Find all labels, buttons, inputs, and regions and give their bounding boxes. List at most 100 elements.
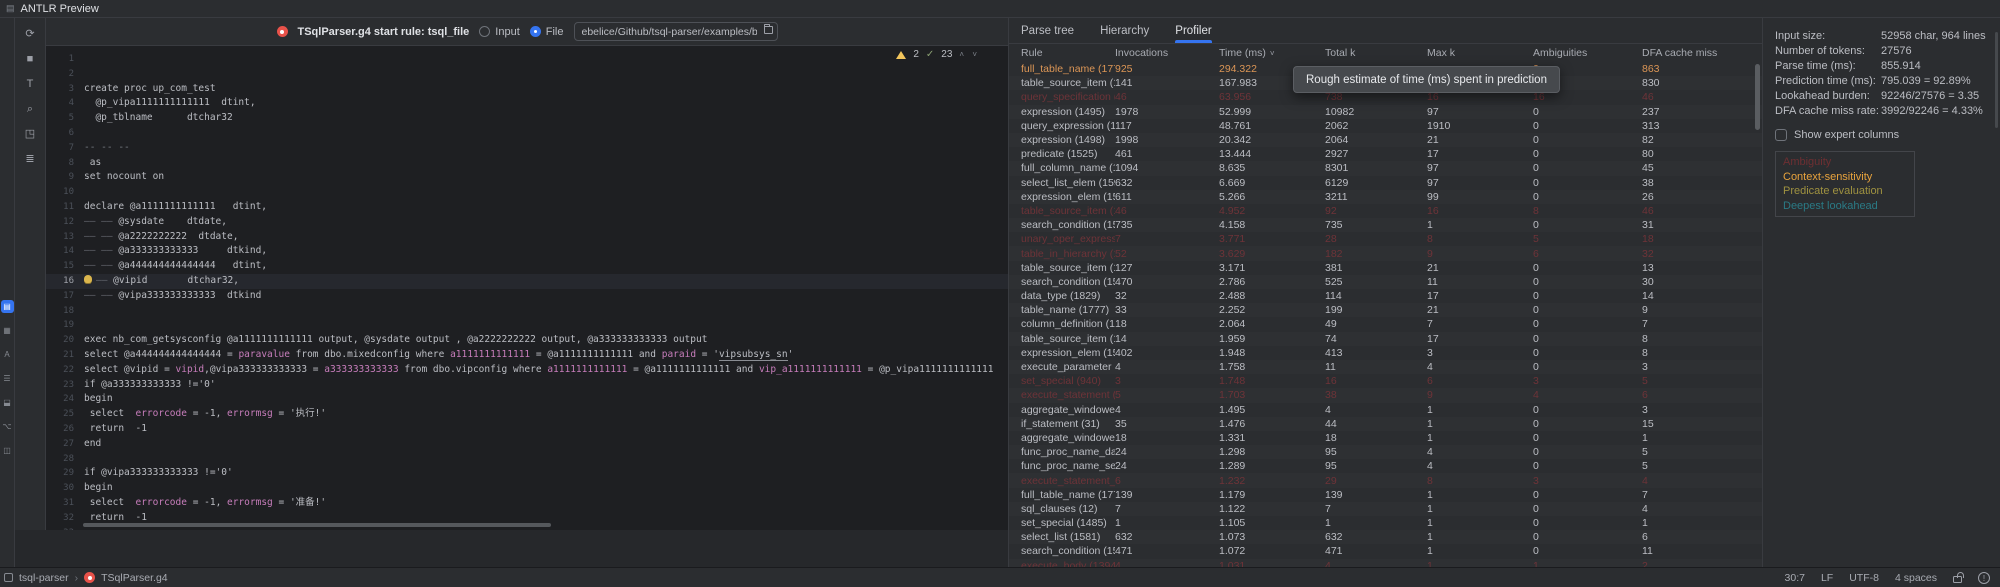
code-line[interactable]: 1 xyxy=(46,52,1008,67)
profiler-row[interactable]: table_source_item (15...141.959741708 xyxy=(1009,332,1762,346)
code-line[interactable]: 11declare @a1111111111111 dtint, xyxy=(46,200,1008,215)
profiler-row[interactable]: aggregate_windowed...41.4954103 xyxy=(1009,403,1762,417)
search-icon[interactable]: ⌕ xyxy=(22,101,38,117)
tab-profiler[interactable]: Profiler xyxy=(1175,18,1211,43)
profiler-row[interactable]: select_list_elem (1592)6326.669612997038 xyxy=(1009,176,1762,190)
table-scrollbar[interactable] xyxy=(1755,64,1760,130)
folder-icon[interactable] xyxy=(764,26,773,34)
code-line[interactable]: 16—— @vipid dtchar32, xyxy=(46,274,1008,289)
input-radio[interactable] xyxy=(479,26,490,37)
code-line[interactable]: 17—— —— @vipa333333333333 dtkind xyxy=(46,289,1008,304)
settings-icon[interactable]: ◳ xyxy=(22,126,38,142)
code-line[interactable]: 24begin xyxy=(46,392,1008,407)
code-line[interactable]: 12—— —— @sysdate dtdate, xyxy=(46,215,1008,230)
code-line[interactable]: 25 select errorcode = -1, errormsg = '执行… xyxy=(46,407,1008,422)
code-line[interactable]: 21select @a444444444444444 = paravalue f… xyxy=(46,348,1008,363)
code-line[interactable]: 28 xyxy=(46,452,1008,467)
antlr-preview-tool-button[interactable]: ▤ xyxy=(1,300,14,313)
profiler-row[interactable]: if_statement (31)351.476441015 xyxy=(1009,417,1762,431)
profiler-row[interactable]: unary_oper_express (...73.771288518 xyxy=(1009,232,1762,246)
tool-window-button-services[interactable]: ◫ xyxy=(1,444,14,457)
caret-position[interactable]: 30:7 xyxy=(1785,572,1805,584)
code-line[interactable]: 23if @a333333333333 !='0' xyxy=(46,378,1008,393)
tool-window-button-structure[interactable]: ▦ xyxy=(1,324,14,337)
code-line[interactable]: 14—— —— @a333333333333 dtkind, xyxy=(46,244,1008,259)
code-line[interactable]: 15—— —— @a444444444444444 dtint, xyxy=(46,259,1008,274)
code-line[interactable]: 9set nocount on xyxy=(46,170,1008,185)
refresh-icon[interactable]: ⟳ xyxy=(22,26,38,42)
profiler-row[interactable]: func_proc_name_serv...241.28995405 xyxy=(1009,459,1762,473)
profiler-row[interactable]: execute_statement (7...51.70338946 xyxy=(1009,388,1762,402)
column-header-total-k[interactable]: Total k xyxy=(1325,47,1427,59)
file-radio-group[interactable]: File xyxy=(530,26,564,38)
profiler-row[interactable]: predicate (1525)46113.444292717080 xyxy=(1009,147,1762,161)
profiler-row[interactable]: select_list (1581)6321.073632106 xyxy=(1009,530,1762,544)
code-line[interactable]: 30begin xyxy=(46,481,1008,496)
profiler-row[interactable]: expression (1495)197852.99910982970237 xyxy=(1009,105,1762,119)
tool-window-button-git[interactable]: ⌥ xyxy=(1,420,14,433)
code-editor[interactable]: 123create proc up_com_test4 @p_vipa11111… xyxy=(46,46,1008,530)
horizontal-scrollbar[interactable] xyxy=(83,523,551,527)
column-header-rule[interactable]: Rule xyxy=(1009,47,1115,59)
intention-bulb-icon[interactable] xyxy=(84,275,92,283)
code-line[interactable]: 4 @p_vipa1111111111111 dtint, xyxy=(46,96,1008,111)
profiler-row[interactable]: column_definition (1421)182.06449707 xyxy=(1009,317,1762,331)
profiler-row[interactable]: set_special (1485)11.1051101 xyxy=(1009,516,1762,530)
code-line[interactable]: 7-- -- -- xyxy=(46,141,1008,156)
file-radio[interactable] xyxy=(530,26,541,37)
crumb-tsql-parser[interactable]: tsql-parser xyxy=(19,572,69,584)
profiler-row[interactable]: full_table_name (1773)1391.179139107 xyxy=(1009,488,1762,502)
profiler-row[interactable]: expression (1498)199820.342206421082 xyxy=(1009,133,1762,147)
profiler-row[interactable]: data_type (1829)322.48811417014 xyxy=(1009,289,1762,303)
column-header-dfa-cache-miss[interactable]: DFA cache miss xyxy=(1642,47,1762,59)
profiler-row[interactable]: expression_elem (1589)4021.948413308 xyxy=(1009,346,1762,360)
profiler-row[interactable]: search_condition (1519)7354.1587351031 xyxy=(1009,218,1762,232)
profiler-row[interactable]: table_in_hierarchy (15...523.6291829632 xyxy=(1009,246,1762,260)
tool-window-button-problems[interactable]: ☰ xyxy=(1,372,14,385)
tab-parse-tree[interactable]: Parse tree xyxy=(1021,18,1074,43)
indent-setting[interactable]: 4 spaces xyxy=(1895,572,1937,584)
tool-window-button-terminal[interactable]: ⬓ xyxy=(1,396,14,409)
profiler-row[interactable]: table_name (1777)332.2521992109 xyxy=(1009,303,1762,317)
code-line[interactable]: 19 xyxy=(46,318,1008,333)
profiler-row[interactable]: set_special (940)31.74816635 xyxy=(1009,374,1762,388)
profiler-row[interactable]: search_condition (1517)4702.78652511030 xyxy=(1009,275,1762,289)
profiler-row[interactable]: full_column_name (17...10948.63583019704… xyxy=(1009,161,1762,175)
code-line[interactable]: 8 as xyxy=(46,156,1008,171)
profiler-row[interactable]: table_source_item (15...1273.17138121013 xyxy=(1009,261,1762,275)
profiler-row[interactable]: expression_elem (1590)6115.266321199026 xyxy=(1009,190,1762,204)
code-line[interactable]: 29if @vipa333333333333 !='0' xyxy=(46,466,1008,481)
profiler-row[interactable]: func_proc_name_data...241.29895405 xyxy=(1009,445,1762,459)
tool-window-button-run[interactable]: A xyxy=(1,348,14,361)
stop-icon[interactable]: ■ xyxy=(22,51,38,67)
code-line[interactable]: 13—— —— @a2222222222 dtdate, xyxy=(46,230,1008,245)
code-line[interactable]: 31 select errorcode = -1, errormsg = '准备… xyxy=(46,496,1008,511)
profiler-row[interactable]: aggregate_windowed...181.33118101 xyxy=(1009,431,1762,445)
inspections-widget[interactable]: 2 ✓23 ˄ ˅ xyxy=(896,49,980,60)
profiler-row[interactable]: table_source_item (15...464.9529216846 xyxy=(1009,204,1762,218)
profiler-row[interactable]: sql_clauses (12)71.1227104 xyxy=(1009,502,1762,516)
profiler-row[interactable]: search_condition (1516)4711.0724711011 xyxy=(1009,544,1762,558)
stats-scrollbar[interactable] xyxy=(1995,32,1998,128)
column-header-max-k[interactable]: Max k xyxy=(1427,47,1533,59)
line-ending[interactable]: LF xyxy=(1821,572,1833,584)
profiler-row[interactable]: execute_body (1394)41.0314112 xyxy=(1009,559,1762,567)
code-line[interactable]: 6 xyxy=(46,126,1008,141)
column-header-ambiguities[interactable]: Ambiguities xyxy=(1533,47,1642,59)
text-tool-icon[interactable]: T xyxy=(22,76,38,92)
code-line[interactable]: 2 xyxy=(46,67,1008,82)
code-line[interactable]: 5 @p_tblname dtchar32 xyxy=(46,111,1008,126)
notifications-icon[interactable]: ! xyxy=(1978,572,1990,584)
encoding[interactable]: UTF-8 xyxy=(1849,572,1879,584)
code-line[interactable]: 27end xyxy=(46,437,1008,452)
code-line[interactable]: 20exec nb_com_getsysconfig @a11111111111… xyxy=(46,333,1008,348)
show-expert-columns-checkbox[interactable] xyxy=(1775,129,1787,141)
code-line[interactable]: 3create proc up_com_test xyxy=(46,82,1008,97)
input-radio-group[interactable]: Input xyxy=(479,26,519,38)
file-path-input[interactable] xyxy=(574,22,778,41)
code-line[interactable]: 26 return -1 xyxy=(46,422,1008,437)
crumb-tsqlparser-g4[interactable]: TSqlParser.g4 xyxy=(101,572,168,584)
lock-icon[interactable] xyxy=(1953,576,1962,583)
column-header-invocations[interactable]: Invocations xyxy=(1115,47,1219,59)
profiler-row[interactable]: query_expression (1527)11748.76120621910… xyxy=(1009,119,1762,133)
